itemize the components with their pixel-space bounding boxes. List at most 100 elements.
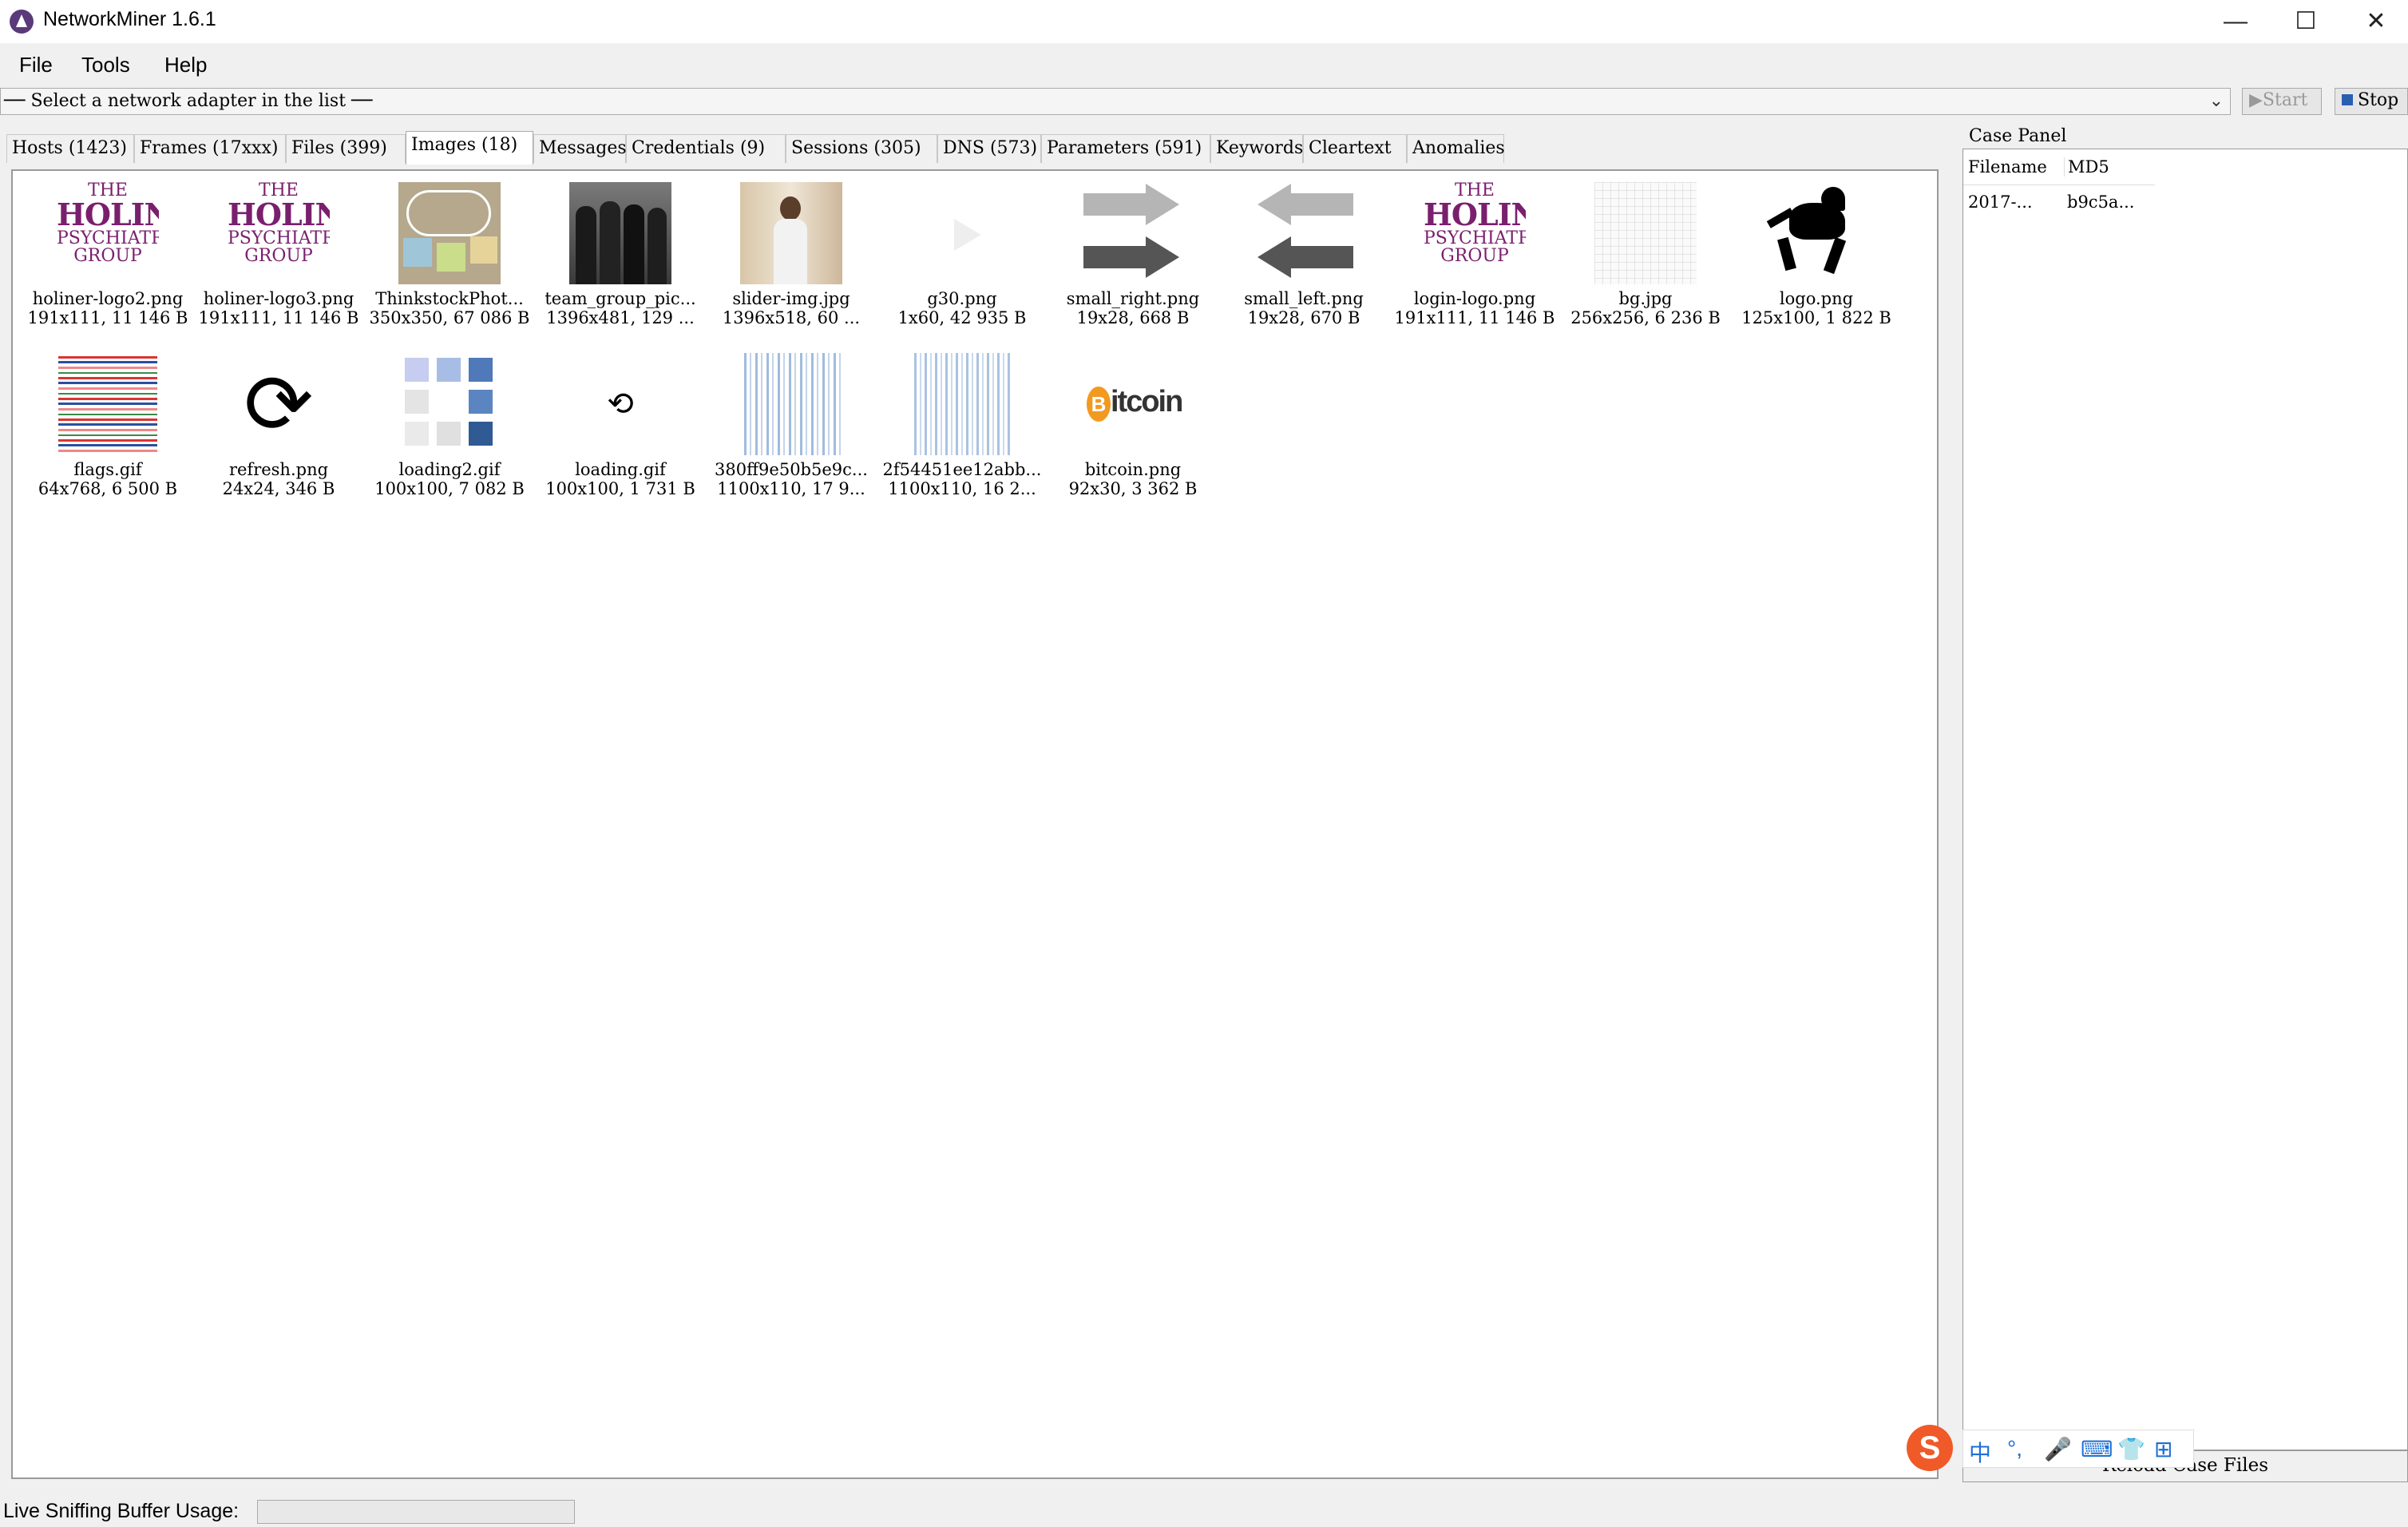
case-md5: b9c5a... [2067,192,2135,212]
keyboard-icon[interactable]: ⌨ [2081,1436,2113,1462]
image-item[interactable]: loading2.gif 100x100, 7 082 B [364,348,535,518]
blue-pattern-icon [740,353,842,455]
image-meta: 191x111, 11 146 B [198,308,359,327]
image-filename: ThinkstockPhot... [375,289,524,308]
case-filename: 2017-... [1968,192,2033,212]
microphone-icon[interactable]: 🎤 [2044,1436,2072,1462]
image-filename: holiner-logo3.png [203,289,354,308]
image-item[interactable]: logo.png 125x100, 1 822 B [1731,177,1902,347]
image-filename: loading2.gif [398,460,501,479]
tab-frames[interactable]: Frames (17xxx) [134,134,286,163]
grid-background-icon [1594,182,1697,284]
image-meta: 92x30, 3 362 B [1068,479,1198,498]
ime-toolbar[interactable]: S 中 °, 🎤 ⌨ 👕 ⊞ [1907,1425,2194,1476]
image-item[interactable]: ⟲ loading.gif 100x100, 1 731 B [535,348,706,518]
left-arrows-icon [1253,182,1355,284]
image-item[interactable]: ⟳ refresh.png 24x24, 346 B [193,348,364,518]
chevron-down-icon: ⌄ [2208,90,2224,110]
holiner-logo-icon: THEHOLINERPSYCHIATRICGROUP [1424,182,1526,266]
image-item[interactable]: small_right.png 19x28, 668 B [1048,177,1218,347]
image-item[interactable]: bg.jpg 256x256, 6 236 B [1560,177,1731,347]
menu-file[interactable]: File [19,53,53,77]
holiner-logo-icon: THEHOLINERPSYCHIATRICGROUP [228,182,330,266]
image-filename: slider-img.jpg [732,289,850,308]
case-panel[interactable]: Filename MD5 2017-... b9c5a... [1962,149,2408,1450]
image-item[interactable]: flags.gif 64x768, 6 500 B [22,348,193,518]
skin-icon[interactable]: 👕 [2117,1436,2145,1462]
loading-squares-icon [398,353,501,455]
image-item[interactable]: ThinkstockPhot... 350x350, 67 086 B [364,177,535,347]
image-item[interactable]: THEHOLINERPSYCHIATRICGROUP holiner-logo3… [193,177,364,347]
image-item[interactable]: team_group_pic... 1396x481, 129 ... [535,177,706,347]
maximize-button[interactable]: ☐ [2271,0,2341,43]
griffin-logo-icon [1765,182,1867,284]
image-filename: flags.gif [73,460,142,479]
column-filename[interactable]: Filename [1968,157,2064,176]
group-photo-icon [569,182,671,284]
stop-icon [2342,94,2353,105]
blue-pattern-icon [911,353,1013,455]
image-meta: 1396x518, 60 ... [722,308,861,327]
image-filename: g30.png [927,289,997,308]
right-arrows-icon [1082,182,1184,284]
image-filename: logo.png [1779,289,1854,308]
image-meta: 100x100, 7 082 B [374,479,525,498]
tab-dns[interactable]: DNS (573) [937,134,1041,163]
image-meta: 125x100, 1 822 B [1741,308,1891,327]
image-filename: loading.gif [575,460,666,479]
image-filename: team_group_pic... [545,289,696,308]
tab-hosts[interactable]: Hosts (1423) [6,134,134,163]
stop-button[interactable]: Stop [2335,88,2408,115]
image-filename: login-logo.png [1413,289,1536,308]
loading-spinner-icon: ⟲ [607,386,634,422]
image-item[interactable]: 380ff9e50b5e9c... 1100x110, 17 9... [706,348,877,518]
image-meta: 350x350, 67 086 B [369,308,530,327]
tab-messages[interactable]: Messages [533,134,627,163]
image-item[interactable]: B itcoin bitcoin.png 92x30, 3 362 B [1048,348,1218,518]
case-panel-label: Case Panel [1969,126,2067,146]
buffer-usage-label: Live Sniffing Buffer Usage: [3,1500,240,1522]
tab-anomalies[interactable]: Anomalies [1407,134,1505,163]
stop-label: Stop [2358,90,2399,110]
toolbox-icon[interactable]: ⊞ [2154,1436,2172,1462]
app-icon [10,10,34,34]
image-item[interactable]: slider-img.jpg 1396x518, 60 ... [706,177,877,347]
image-item[interactable]: THEHOLINERPSYCHIATRICGROUP holiner-logo2… [22,177,193,347]
menu-help[interactable]: Help [164,53,207,77]
person-photo-icon [740,182,842,284]
network-adapter-select[interactable]: ── Select a network adapter in the list … [0,88,2231,115]
column-md5[interactable]: MD5 [2064,157,2156,176]
tab-keywords[interactable]: Keywords [1210,134,1303,163]
play-arrow-icon [911,182,1013,284]
chinese-mode-icon[interactable]: 中 [1969,1436,1991,1468]
menu-bar: File Tools Help [0,46,2408,86]
case-row[interactable]: 2017-... b9c5a... [1968,192,2155,212]
image-filename: small_left.png [1244,289,1364,308]
image-item[interactable]: g30.png 1x60, 42 935 B [877,177,1048,347]
tab-files[interactable]: Files (399) [286,134,406,163]
image-meta: 19x28, 668 B [1076,308,1190,327]
menu-tools[interactable]: Tools [81,53,130,77]
image-filename: holiner-logo2.png [32,289,184,308]
start-button[interactable]: ▶Start [2242,88,2322,115]
tab-images[interactable]: Images (18) [406,131,533,165]
image-filename: small_right.png [1066,289,1200,308]
window-title: NetworkMiner 1.6.1 [43,8,216,30]
image-filename: bitcoin.png [1084,460,1182,479]
image-item[interactable]: small_left.png 19x28, 670 B [1218,177,1389,347]
case-table-header: Filename MD5 [1968,157,2156,176]
image-meta: 191x111, 11 146 B [27,308,188,327]
tab-credentials[interactable]: Credentials (9) [626,134,786,163]
image-item[interactable]: 2f54451ee12abb... 1100x110, 16 2... [877,348,1048,518]
punctuation-icon[interactable]: °, [2007,1436,2022,1462]
tab-parameters[interactable]: Parameters (591) [1041,134,1210,163]
title-bar: NetworkMiner 1.6.1 — ☐ ✕ [0,0,2408,43]
image-meta: 191x111, 11 146 B [1394,308,1555,327]
buffer-usage-progress [257,1500,575,1524]
image-item[interactable]: THEHOLINERPSYCHIATRICGROUP login-logo.pn… [1389,177,1560,347]
tab-sessions[interactable]: Sessions (305) [786,134,937,163]
close-button[interactable]: ✕ [2341,0,2408,43]
minimize-button[interactable]: — [2200,0,2271,43]
images-panel[interactable]: THEHOLINERPSYCHIATRICGROUP holiner-logo2… [11,169,1939,1479]
tab-cleartext[interactable]: Cleartext [1303,134,1407,163]
